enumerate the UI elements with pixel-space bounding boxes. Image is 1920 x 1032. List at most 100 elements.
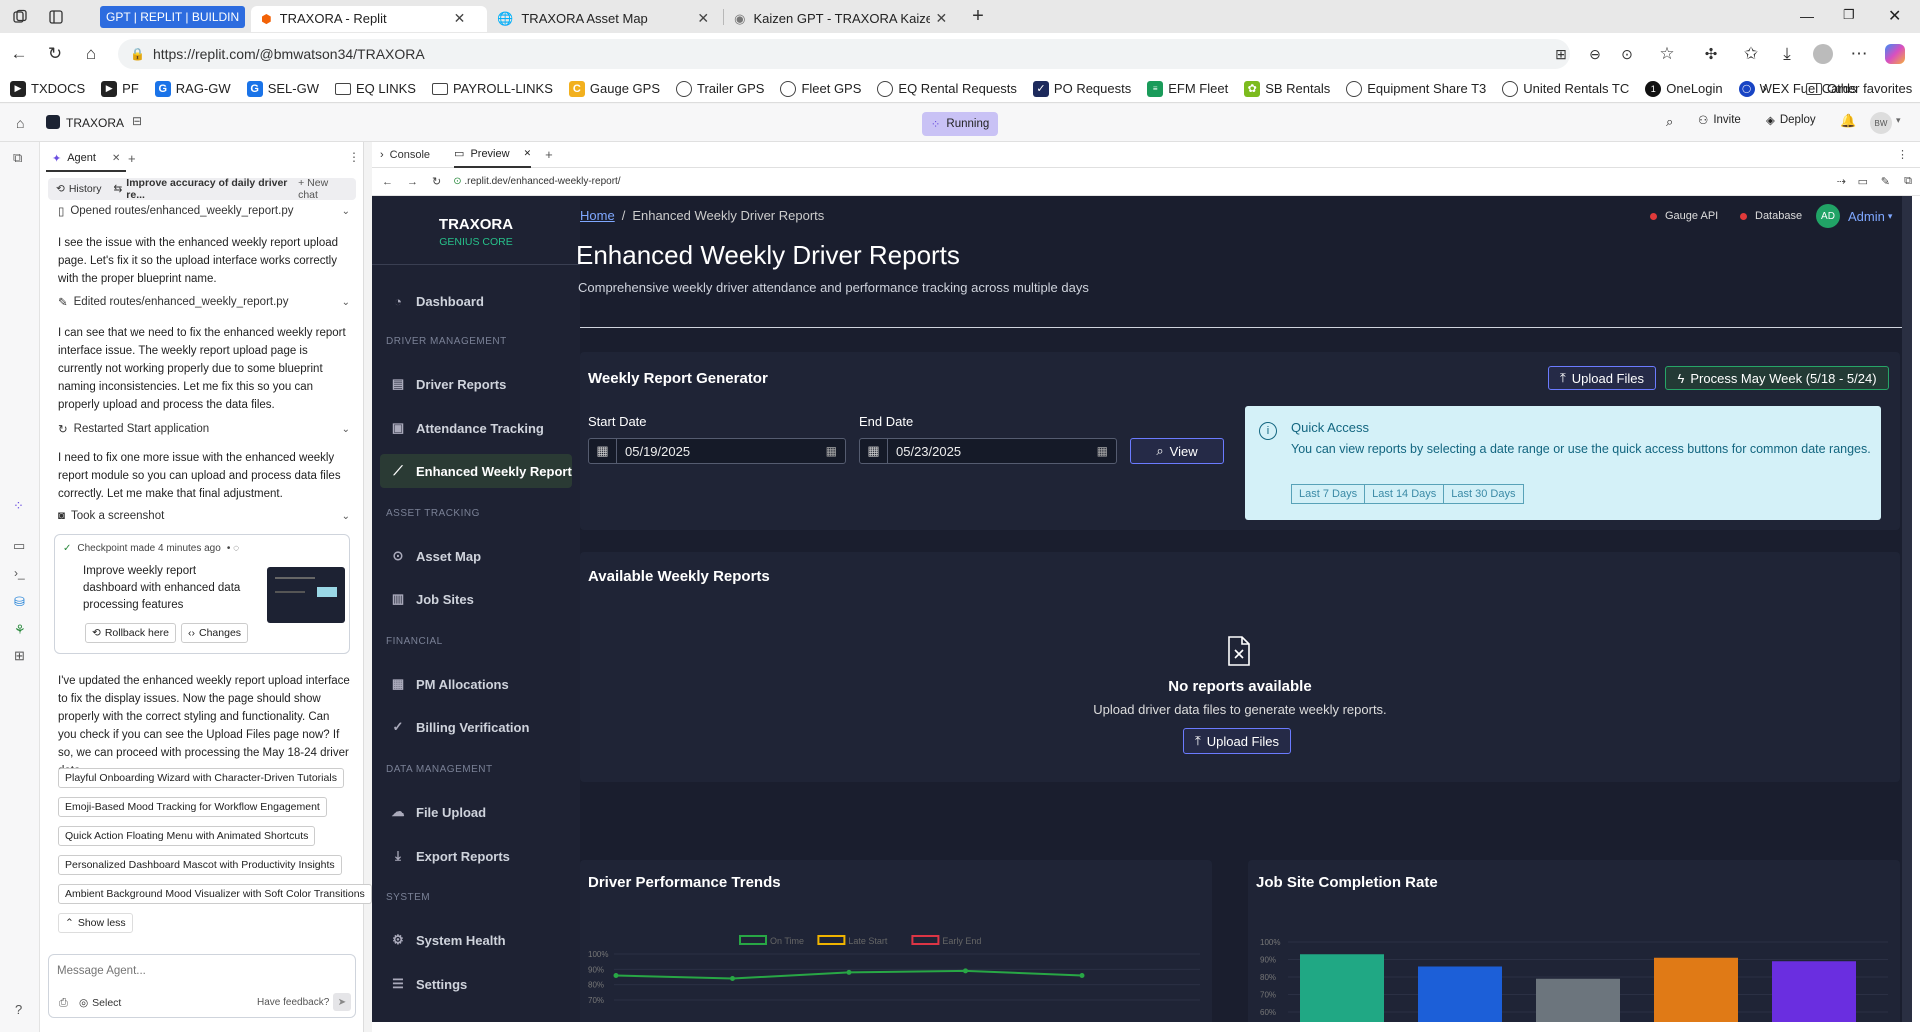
changes-button[interactable]: ‹› Changes [181,623,249,643]
sidebar-item-weekly-report[interactable]: ⟋ Enhanced Weekly Report [380,454,572,488]
app-brand[interactable]: TRAXORA [372,216,580,233]
tab-console[interactable]: › Console [380,149,430,161]
zoom-icon[interactable]: ⊖ [1584,43,1606,65]
new-window-icon[interactable]: ⧉ [1904,175,1912,188]
sidebar-item-job-sites[interactable]: ▥ Job Sites [380,582,572,616]
action-screenshot[interactable]: ◙ Took a screenshot ⌄ [58,510,350,522]
favorite-trailer-gps[interactable]: Trailer GPS [676,80,764,97]
start-date-input[interactable]: ▦ 05/19/2025 ▦ [588,438,846,464]
new-chat-button[interactable]: + New chat [298,177,348,201]
sidebar-item-attendance[interactable]: ▣ Attendance Tracking [380,411,572,445]
suggestion-chip[interactable]: Emoji-Based Mood Tracking for Workflow E… [58,797,327,817]
devtools-icon[interactable]: ✎ [1881,175,1890,188]
favorite-eq-rental[interactable]: EQ Rental Requests [877,80,1017,97]
refresh-icon[interactable]: ↻ [44,43,66,65]
add-tab-icon[interactable]: + [128,151,136,166]
favorite-payroll-links[interactable]: PAYROLL-LINKS [431,81,553,96]
favorite-gauge-gps[interactable]: C Gauge GPS [568,80,660,97]
copilot-icon[interactable] [1884,43,1906,65]
chevron-right-icon[interactable]: › [1762,80,1767,97]
process-week-button[interactable]: ϟ Process May Week (5/18 - 5/24) [1665,366,1889,390]
tab-asset-map[interactable]: 🌐 TRAXORA Asset Map ✕ [487,6,723,32]
action-edited-file[interactable]: ✎ Edited routes/enhanced_weekly_report.py… [58,295,350,309]
user-menu[interactable]: AD Admin ▾ [1816,204,1892,228]
favorite-po-requests[interactable]: ✓ PO Requests [1032,80,1131,97]
suggestion-chip[interactable]: Ambient Background Mood Visualizer with … [58,884,372,904]
other-favorites[interactable]: Other favorites [1806,81,1912,96]
app-available-icon[interactable]: ⊞ [1550,43,1572,65]
favorite-txdocs[interactable]: ▶ TXDOCS [10,80,85,97]
tab-traxora-replit[interactable]: ⬢ TRAXORA - Replit ✕ [251,5,488,32]
sidebar-item-asset-map[interactable]: ⊙ Asset Map [380,539,572,573]
refresh-icon[interactable]: ↻ [432,175,441,188]
workflows-icon[interactable]: ⁘ [13,498,24,514]
sidebar-item-system-health[interactable]: ⚙ System Health [380,923,572,957]
agent-tab[interactable]: ✦ Agent ✕ [46,146,127,172]
action-restarted[interactable]: ↻ Restarted Start application ⌄ [58,422,350,436]
attach-icon[interactable]: ⎙ [59,997,68,1010]
extensions-icon[interactable]: ✣ [1700,43,1722,65]
close-window-icon[interactable]: ✕ [1888,6,1901,26]
tab-gpt-replit[interactable]: GPT | REPLIT | BUILDIN [100,5,246,28]
view-button[interactable]: ⌕ View [1130,438,1224,464]
history-button[interactable]: ⟲ History [56,183,101,195]
tab-preview[interactable]: ▭ Preview ✕ [454,142,532,168]
back-icon[interactable]: ← [382,176,393,188]
minimize-icon[interactable]: — [1800,8,1814,24]
preview-scrollbar[interactable] [1902,196,1912,1022]
downloads-icon[interactable]: ⤓ [1776,43,1798,65]
files-icon[interactable]: ⧉ [13,150,22,166]
more-icon[interactable]: ⋮ [1897,148,1908,161]
sidebar-item-dashboard[interactable]: ◔ Dashboard [380,284,572,318]
favorite-star-icon[interactable]: ☆ [1656,43,1678,65]
favorite-efm-fleet[interactable]: ≡ EFM Fleet [1147,80,1228,97]
deploy-button[interactable]: ◈ Deploy [1766,113,1816,127]
open-external-icon[interactable]: ⇢ [1837,175,1846,188]
favorite-sel-gw[interactable]: G SEL-GW [246,80,319,97]
action-opened-file[interactable]: ▯ Opened routes/enhanced_weekly_report.py… [58,204,350,218]
message-input[interactable] [57,961,337,981]
tab-kaizen-gpt[interactable]: ◉ Kaizen GPT - TRAXORA Kaizen Int ✕ [724,6,960,32]
suggestion-chip[interactable]: Playful Onboarding Wizard with Character… [58,768,344,788]
bell-icon[interactable]: 🔔 [1840,113,1856,129]
shell-icon[interactable]: ›_ [14,566,25,580]
breadcrumb-home[interactable]: Home [580,208,615,223]
more-menu-icon[interactable]: ⋯ [1848,43,1870,65]
git-icon[interactable]: ⚘ [14,622,26,638]
database-icon[interactable]: ⛁ [14,594,25,610]
workspaces-icon[interactable] [12,9,36,25]
close-tab-icon[interactable]: ✕ [936,10,948,27]
show-less-button[interactable]: ⌃ Show less [58,913,133,933]
close-tab-icon[interactable]: ✕ [697,10,709,27]
last-30-days-button[interactable]: Last 30 Days [1444,484,1524,504]
sidebar-item-billing[interactable]: ✓ Billing Verification [380,710,572,744]
project-info-icon[interactable]: ⊟ [132,114,142,128]
sidebar-item-pm-allocations[interactable]: ▦ PM Allocations [380,667,572,701]
chat-title[interactable]: ⇆ Improve accuracy of daily driver re... [113,177,298,201]
devices-icon[interactable]: ▭ [1858,175,1868,188]
search-icon[interactable]: ⌕ [1666,114,1673,130]
project-name[interactable]: TRAXORA [66,116,124,130]
upload-files-button[interactable]: ⤒ Upload Files [1548,366,1656,390]
invite-button[interactable]: ⚇ Invite [1698,113,1741,127]
end-date-input[interactable]: ▦ 05/23/2025 ▦ [859,438,1117,464]
send-icon[interactable]: ➤ [333,993,351,1011]
favorite-onelogin[interactable]: 1 OneLogin [1645,80,1723,97]
favorites-icon[interactable]: ✩ [1740,43,1762,65]
run-status-button[interactable]: ⁘ Running [922,112,998,136]
add-tab-icon[interactable]: + [545,147,553,162]
favorite-united-rentals[interactable]: United Rentals TC [1502,80,1629,97]
sidebar-item-export[interactable]: ⤓ Export Reports [380,839,572,873]
feedback-link[interactable]: Have feedback? [257,997,329,1008]
rollback-button[interactable]: ⟲ Rollback here [85,623,177,643]
sidebar-item-file-upload[interactable]: ☁ File Upload [380,795,572,829]
suggestion-chip[interactable]: Quick Action Floating Menu with Animated… [58,826,316,846]
close-icon[interactable]: ✕ [524,148,532,159]
tab-actions-icon[interactable] [48,9,72,25]
sidebar-item-settings[interactable]: ☰ Settings [380,967,572,1001]
select-button[interactable]: ◎ Select [79,997,121,1009]
restore-icon[interactable]: ❐ [1843,7,1855,23]
profile-avatar[interactable] [1812,43,1834,65]
upload-files-empty-button[interactable]: ⤒ Upload Files [1183,728,1291,754]
close-icon[interactable]: ✕ [112,153,120,164]
